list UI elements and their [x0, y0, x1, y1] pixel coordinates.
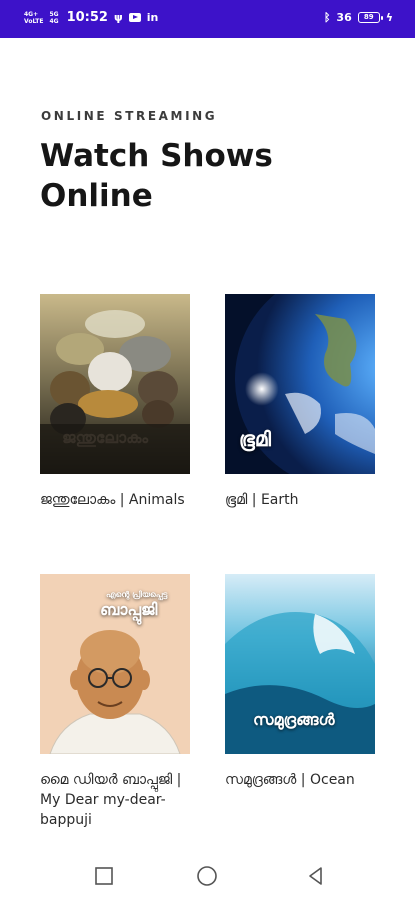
battery-icon: 89	[357, 12, 383, 23]
back-icon[interactable]	[305, 865, 327, 887]
signal-label: 5G	[49, 10, 59, 18]
recent-apps-icon[interactable]	[93, 865, 115, 887]
show-caption[interactable]: ജന്തുലോകം | Animals	[40, 490, 192, 510]
show-card[interactable]: സമുദ്രങ്ങൾ സമുദ്രങ്ങൾ | Ocean	[225, 574, 377, 790]
show-overlay-subtitle: എന്റെ പ്രിയപ്പെട്ട	[106, 590, 168, 599]
signal-icon: 4G+ VoLTE	[24, 11, 43, 25]
battery-level: 89	[363, 13, 374, 21]
status-bar: 4G+ VoLTE 5G 4G 10:52 ψ in ᛒ 36 89 ϟ	[0, 0, 415, 38]
show-caption[interactable]: ഭൂമി | Earth	[225, 490, 377, 510]
status-time: 10:52	[66, 10, 108, 25]
usb-icon: ψ	[113, 11, 123, 24]
signal-label: 4G	[49, 17, 59, 25]
status-left: 4G+ VoLTE 5G 4G 10:52 ψ in	[24, 10, 158, 25]
linkedin-icon: in	[146, 11, 159, 24]
home-icon[interactable]	[196, 865, 218, 887]
show-thumbnail[interactable]: ജന്തുലോകം	[40, 294, 190, 474]
page-title: Watch Shows Online	[40, 138, 273, 214]
signal-label: 4G+	[24, 10, 39, 18]
show-overlay-title: ജന്തുലോകം	[62, 428, 149, 447]
show-card[interactable]: ഭൂമി ഭൂമി | Earth	[225, 294, 377, 510]
show-thumbnail[interactable]: എന്റെ പ്രിയപ്പെട്ട ബാപ്പുജി	[40, 574, 190, 754]
show-caption[interactable]: സമുദ്രങ്ങൾ | Ocean	[225, 770, 377, 790]
show-overlay-title: ബാപ്പുജി	[100, 600, 158, 619]
youtube-icon	[128, 13, 141, 22]
signal-label: VoLTE	[24, 17, 44, 25]
show-caption[interactable]: മൈ ഡിയർ ബാപ്പുജി | My Dear my-dear-bappu…	[40, 770, 192, 830]
system-nav-bar	[0, 850, 415, 900]
show-overlay-title: ഭൂമി	[239, 427, 271, 451]
show-overlay-title: സമുദ്രങ്ങൾ	[253, 710, 335, 729]
show-card[interactable]: എന്റെ പ്രിയപ്പെട്ട ബാപ്പുജി മൈ ഡിയർ ബാപ്…	[40, 574, 192, 830]
status-right: ᛒ 36 89 ϟ	[324, 11, 393, 24]
charging-icon: ϟ	[385, 11, 393, 24]
show-thumbnail[interactable]: ഭൂമി	[225, 294, 375, 474]
network-speed: 36	[336, 11, 352, 24]
bluetooth-icon: ᛒ	[323, 11, 331, 24]
section-eyebrow: ONLINE STREAMING	[41, 109, 218, 123]
signal-icon: 5G 4G	[49, 11, 58, 25]
show-thumbnail[interactable]: സമുദ്രങ്ങൾ	[225, 574, 375, 754]
show-card[interactable]: ജന്തുലോകം ജന്തുലോകം | Animals	[40, 294, 192, 510]
